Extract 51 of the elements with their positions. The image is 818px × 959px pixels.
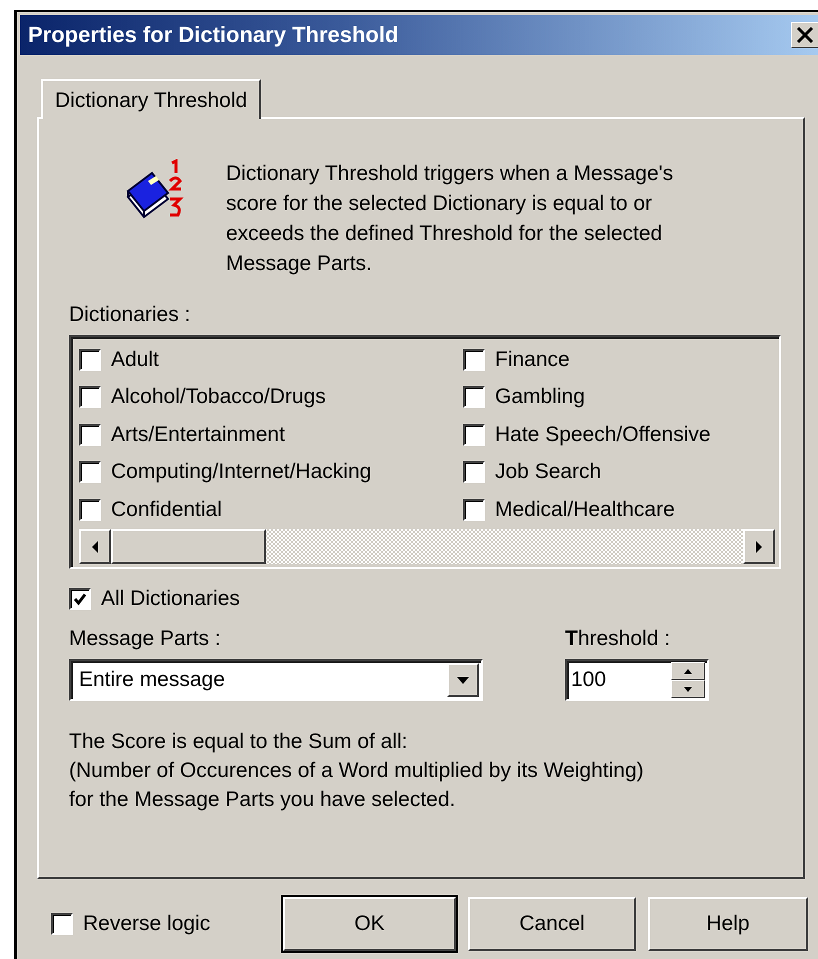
checkbox-label[interactable]: All Dictionaries	[101, 587, 240, 611]
checkbox-label[interactable]: Finance	[495, 348, 570, 372]
checkbox[interactable]	[79, 348, 101, 371]
dictionaries-label: Dictionaries :	[69, 303, 192, 327]
scroll-right-button[interactable]	[743, 529, 775, 564]
scroll-left-button[interactable]	[79, 529, 111, 564]
window-title: Properties for Dictionary Threshold	[28, 22, 398, 48]
checkbox[interactable]	[79, 498, 101, 521]
right-arrow-icon	[755, 540, 763, 552]
message-parts-label: Message Parts :	[69, 627, 222, 651]
horizontal-scrollbar[interactable]	[79, 529, 775, 564]
checkbox[interactable]	[463, 461, 485, 484]
spin-up-button[interactable]	[671, 662, 705, 680]
checkbox[interactable]	[463, 498, 485, 521]
description-text: Dictionary Threshold triggers when a Message's score for the selected Dictionary is equal to or exceeds the defined Threshold for the selected Message Parts.	[226, 161, 674, 277]
checkbox[interactable]	[463, 348, 485, 371]
checkbox-label[interactable]: Confidential	[111, 498, 222, 522]
message-parts-dropdown[interactable]: Entire message	[69, 659, 483, 701]
down-arrow-icon	[684, 686, 692, 692]
close-icon	[796, 27, 814, 43]
threshold-spinner[interactable]: 100	[565, 659, 709, 701]
score-note: The Score is equal to the Sum of all: (Number of Occurences of a Word multiplied by its Weighting) for the Message Parts you have selected.	[69, 729, 645, 813]
checkbox[interactable]	[463, 424, 485, 446]
left-arrow-icon	[91, 540, 99, 552]
checkbox-label[interactable]: Reverse logic	[83, 912, 210, 936]
close-button[interactable]	[791, 22, 818, 48]
checkbox-label[interactable]: Adult	[111, 348, 159, 372]
checkbox[interactable]	[463, 386, 485, 408]
scroll-thumb[interactable]	[111, 529, 266, 564]
dialog-button[interactable]: OK	[283, 897, 456, 951]
dialog-button[interactable]: Help	[648, 897, 808, 951]
tab[interactable]: Dictionary Threshold	[41, 79, 262, 119]
checkbox-label[interactable]: Alcohol/Tobacco/Drugs	[111, 385, 326, 410]
checkbox-label[interactable]: Computing/Internet/Hacking	[111, 460, 372, 484]
spin-down-button[interactable]	[671, 680, 705, 698]
threshold-label: Threshold :	[565, 627, 672, 651]
checkbox-label[interactable]: Job Search	[495, 460, 602, 484]
checkbox-label[interactable]: Gambling	[495, 385, 585, 410]
checkbox-label[interactable]: Medical/Healthcare	[495, 498, 675, 522]
checkbox[interactable]	[69, 588, 91, 610]
checkbox[interactable]	[79, 386, 101, 408]
checkbox-label[interactable]: Hate Speech/Offensive	[495, 422, 711, 447]
check-icon	[73, 592, 87, 606]
dialog-button[interactable]: Cancel	[468, 897, 636, 951]
checkbox[interactable]	[79, 461, 101, 484]
up-arrow-icon	[684, 668, 692, 674]
checkbox[interactable]	[79, 424, 101, 446]
checkbox[interactable]	[51, 913, 73, 935]
dropdown-button[interactable]	[447, 663, 479, 697]
caret-icon	[457, 676, 469, 684]
checkbox-label[interactable]: Arts/Entertainment	[111, 422, 285, 447]
